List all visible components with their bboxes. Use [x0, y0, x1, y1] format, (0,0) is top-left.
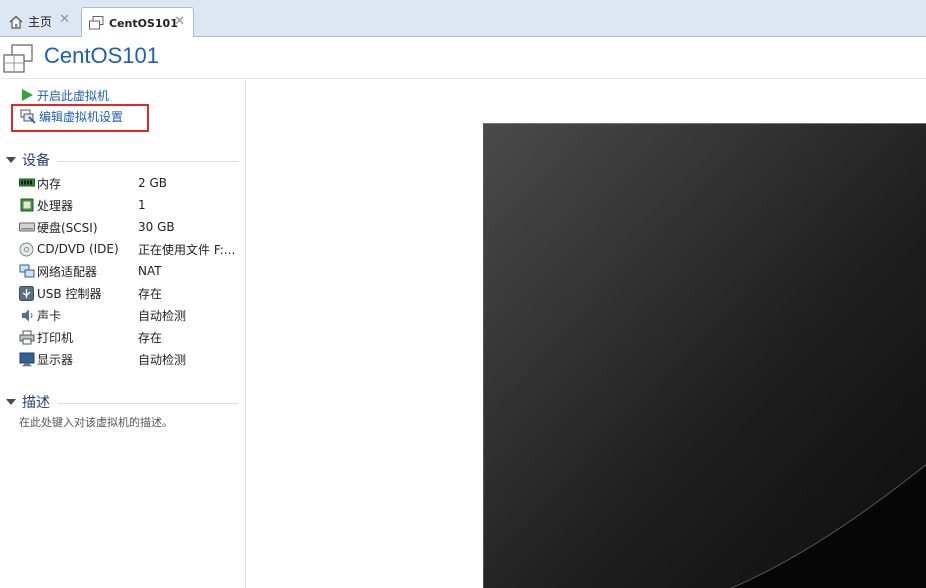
usb-icon — [18, 285, 35, 301]
tab-centos101[interactable]: CentOS101 ✕ — [81, 7, 194, 38]
device-row-processor[interactable]: 处理器 1 — [18, 194, 243, 216]
start-vm-link[interactable]: 开启此虚拟机 — [20, 86, 109, 104]
device-name: CD/DVD (IDE) — [37, 242, 119, 256]
vm-icon — [3, 44, 33, 73]
description-title: 描述 — [22, 395, 50, 411]
home-icon — [9, 15, 23, 29]
device-row-sound[interactable]: 声卡 自动检测 — [18, 304, 243, 326]
device-name: 网络适配器 — [37, 264, 98, 279]
vm-title: CentOS101 — [44, 43, 159, 68]
device-value: 2 GB — [138, 176, 167, 190]
device-name: 声卡 — [37, 308, 62, 323]
tab-home-close-icon[interactable]: ✕ — [59, 13, 70, 27]
printer-icon — [18, 329, 35, 345]
device-value: 正在使用文件 F:... — [138, 242, 236, 257]
section-divider — [58, 161, 238, 162]
play-icon — [22, 89, 33, 101]
collapse-triangle-icon — [6, 399, 16, 405]
harddisk-icon — [18, 219, 35, 235]
settings-icon — [20, 109, 36, 124]
vm-tab-icon — [89, 16, 104, 30]
edit-vm-settings-label: 编辑虚拟机设置 — [39, 109, 124, 124]
device-row-memory[interactable]: 内存 2 GB — [18, 172, 243, 194]
device-value: NAT — [138, 264, 162, 278]
section-divider — [58, 403, 238, 404]
device-row-harddisk[interactable]: 硬盘(SCSI) 30 GB — [18, 216, 243, 238]
vm-screen-thumbnail[interactable] — [483, 123, 926, 588]
start-vm-label: 开启此虚拟机 — [37, 88, 110, 103]
device-name: 硬盘(SCSI) — [37, 220, 98, 235]
network-icon — [18, 263, 35, 279]
device-row-cd-dvd[interactable]: CD/DVD (IDE) 正在使用文件 F:... — [18, 238, 243, 260]
tab-bar: 主页 ✕ CentOS101 ✕ — [0, 0, 926, 38]
device-name: 内存 — [37, 176, 62, 191]
collapse-triangle-icon — [6, 157, 16, 163]
devices-section-header[interactable]: 设备 — [6, 151, 238, 169]
tab-home[interactable]: 主页 ✕ — [2, 6, 78, 37]
device-value: 存在 — [138, 330, 163, 345]
description-section-header[interactable]: 描述 — [6, 393, 238, 411]
device-row-display[interactable]: 显示器 自动检测 — [18, 348, 243, 370]
device-value: 自动检测 — [138, 352, 187, 367]
device-name: 打印机 — [37, 330, 74, 345]
tab-centos101-label: CentOS101 — [109, 16, 178, 30]
device-row-usb[interactable]: USB 控制器 存在 — [18, 282, 243, 304]
device-name: 处理器 — [37, 198, 74, 213]
devices-title: 设备 — [22, 153, 50, 169]
cd-dvd-icon — [18, 241, 35, 257]
device-row-printer[interactable]: 打印机 存在 — [18, 326, 243, 348]
device-value: 存在 — [138, 286, 163, 301]
memory-icon — [18, 175, 35, 191]
device-value: 自动检测 — [138, 308, 187, 323]
description-input[interactable]: 在此处键入对该虚拟机的描述。 — [19, 414, 173, 430]
edit-vm-settings-link[interactable]: 编辑虚拟机设置 — [20, 107, 123, 125]
device-list: 内存 2 GB 处理器 1 硬盘(SCSI) 30 GB CD/DVD (IDE… — [18, 172, 243, 370]
display-icon — [18, 351, 35, 367]
device-name: 显示器 — [37, 352, 74, 367]
vm-summary-panel: 开启此虚拟机 编辑虚拟机设置 设备 内存 2 GB 处理器 1 硬盘(SCSI)… — [0, 80, 246, 588]
processor-icon — [18, 197, 35, 213]
vm-header: CentOS101 — [0, 37, 926, 79]
screen-gradient-graphic — [484, 124, 926, 588]
tab-home-label: 主页 — [28, 15, 53, 29]
device-row-network[interactable]: 网络适配器 NAT — [18, 260, 243, 282]
device-name: USB 控制器 — [37, 286, 102, 301]
device-value: 1 — [138, 198, 146, 212]
device-value: 30 GB — [138, 220, 175, 234]
sound-icon — [18, 307, 35, 323]
vm-preview-pane — [247, 80, 926, 588]
tab-centos101-close-icon[interactable]: ✕ — [174, 15, 185, 29]
